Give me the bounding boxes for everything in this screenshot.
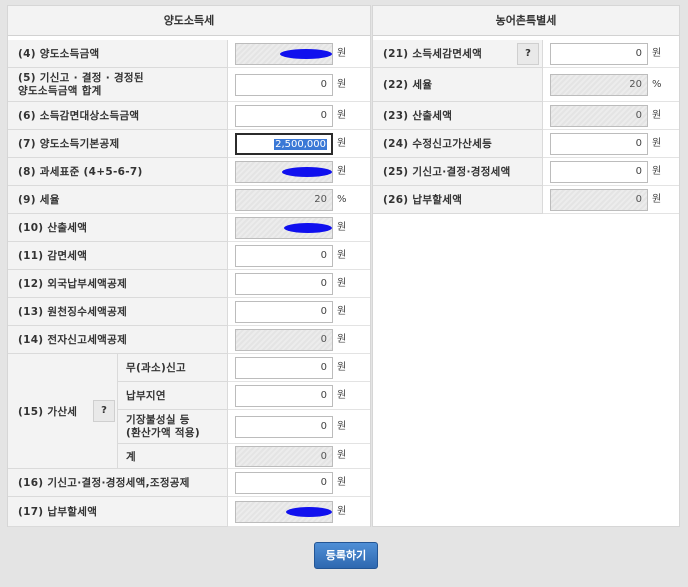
- income-tax-reduction-help-button[interactable]: ?: [517, 43, 539, 65]
- prior-tax-adjustment-input[interactable]: 0: [235, 472, 333, 494]
- selected-text: 2,500,000: [274, 139, 327, 150]
- unit-won: 원: [337, 450, 347, 461]
- unit-won: 원: [337, 421, 347, 432]
- label-line: (5) 기신고 · 결정 · 경정된: [18, 71, 144, 84]
- unit-won: 원: [337, 306, 347, 317]
- income-tax-reduction-input[interactable]: 0: [550, 43, 648, 65]
- unit-won: 원: [337, 477, 347, 488]
- unit-won: 원: [337, 110, 347, 121]
- label-withholding-tax-credit: (13) 원천징수세액공제: [8, 298, 228, 326]
- penalty-total-field: 0: [235, 446, 333, 467]
- label-basic-deduction: (7) 양도소득기본공제: [8, 130, 228, 158]
- redaction-mark: [284, 223, 332, 233]
- redaction-mark: [282, 167, 332, 177]
- label-tax-base: (8) 과세표준 (4+5-6-7): [8, 158, 228, 186]
- penalty-tax-help-button[interactable]: ?: [93, 400, 115, 422]
- label-capital-gains-amount: (4) 양도소득금액: [8, 40, 228, 68]
- penalty-late-payment-input[interactable]: 0: [235, 385, 333, 407]
- unit-won: 원: [652, 48, 662, 59]
- tax-base-field: [235, 161, 333, 183]
- label-prior-declared-gains-total: (5) 기신고 · 결정 · 경정된 양도소득금액 합계: [8, 68, 228, 102]
- unit-percent: %: [652, 79, 662, 90]
- unit-won: 원: [652, 110, 662, 121]
- unit-won: 원: [337, 138, 347, 149]
- e-filing-credit-field: 0: [235, 329, 333, 351]
- label-prior-tax-adjustment: (16) 기신고·결정·경정세액,조정공제: [8, 469, 228, 497]
- label-foreign-tax-credit: (12) 외국납부세액공제: [8, 270, 228, 298]
- label-rural-calculated-tax: (23) 산출세액: [373, 102, 543, 130]
- label-amended-return-penalty: (24) 수정신고가산세등: [373, 130, 543, 158]
- capital-gains-amount-field: [235, 43, 333, 65]
- rural-special-tax-panel: 농어촌특별세 (21) 소득세감면세액 ? 0 원 (22) 세율 20 % (…: [372, 5, 680, 527]
- unit-won: 원: [337, 222, 347, 233]
- rural-prior-tax-input[interactable]: 0: [550, 161, 648, 183]
- rural-special-tax-header: 농어촌특별세: [373, 6, 679, 36]
- label-rural-prior-tax: (25) 기신고·결정·경정세액: [373, 158, 543, 186]
- label-tax-rate: (9) 세율: [8, 186, 228, 214]
- rural-tax-payable-field: 0: [550, 189, 648, 211]
- label-tax-reduction: (11) 감면세액: [8, 242, 228, 270]
- unit-won: 원: [337, 334, 347, 345]
- redaction-mark: [286, 507, 332, 517]
- capital-gains-tax-header: 양도소득세: [8, 6, 370, 36]
- calculated-tax-field: [235, 217, 333, 239]
- penalty-non-filing-input[interactable]: 0: [235, 357, 333, 379]
- label-penalty-non-filing: 무(과소)신고: [118, 354, 228, 382]
- unit-won: 원: [337, 166, 347, 177]
- unit-won: 원: [652, 138, 662, 149]
- tax-reduction-input[interactable]: 0: [235, 245, 333, 267]
- label-penalty-bookkeeping: 기장불성실 등 (환산가액 적용): [118, 410, 228, 444]
- foreign-tax-credit-input[interactable]: 0: [235, 273, 333, 295]
- basic-deduction-input[interactable]: 2,500,000: [235, 133, 333, 155]
- unit-won: 원: [337, 250, 347, 261]
- unit-won: 원: [652, 166, 662, 177]
- label-line: (환산가액 적용): [126, 426, 200, 439]
- label-calculated-tax: (10) 산출세액: [8, 214, 228, 242]
- redaction-mark: [280, 49, 332, 59]
- label-reduction-target-income: (6) 소득감면대상소득금액: [8, 102, 228, 130]
- unit-won: 원: [337, 362, 347, 373]
- withholding-tax-credit-input[interactable]: 0: [235, 301, 333, 323]
- unit-percent: %: [337, 194, 347, 205]
- rural-calculated-tax-field: 0: [550, 105, 648, 127]
- prior-declared-gains-total-input[interactable]: 0: [235, 74, 333, 96]
- reduction-target-income-input[interactable]: 0: [235, 105, 333, 127]
- amended-return-penalty-input[interactable]: 0: [550, 133, 648, 155]
- unit-won: 원: [652, 194, 662, 205]
- unit-won: 원: [337, 390, 347, 401]
- label-penalty-total: 계: [118, 444, 228, 469]
- label-line: 기장불성실 등: [126, 413, 190, 426]
- label-rural-tax-payable: (26) 납부할세액: [373, 186, 543, 214]
- tax-payable-field: [235, 501, 333, 523]
- unit-won: 원: [337, 48, 347, 59]
- label-rural-tax-rate: (22) 세율: [373, 68, 543, 102]
- rural-tax-rate-field: 20: [550, 74, 648, 96]
- unit-won: 원: [337, 79, 347, 90]
- label-tax-payable: (17) 납부할세액: [8, 497, 228, 527]
- unit-won: 원: [337, 506, 347, 517]
- register-button[interactable]: 등록하기: [314, 542, 378, 569]
- tax-rate-field: 20: [235, 189, 333, 211]
- label-penalty-late-payment: 납부지연: [118, 382, 228, 410]
- capital-gains-tax-panel: 양도소득세 (4) 양도소득금액 원 (5) 기신고 · 결정 · 경정된 양도…: [7, 5, 371, 527]
- unit-won: 원: [337, 278, 347, 289]
- label-line: 양도소득금액 합계: [18, 84, 102, 97]
- label-e-filing-credit: (14) 전자신고세액공제: [8, 326, 228, 354]
- penalty-bookkeeping-input[interactable]: 0: [235, 416, 333, 438]
